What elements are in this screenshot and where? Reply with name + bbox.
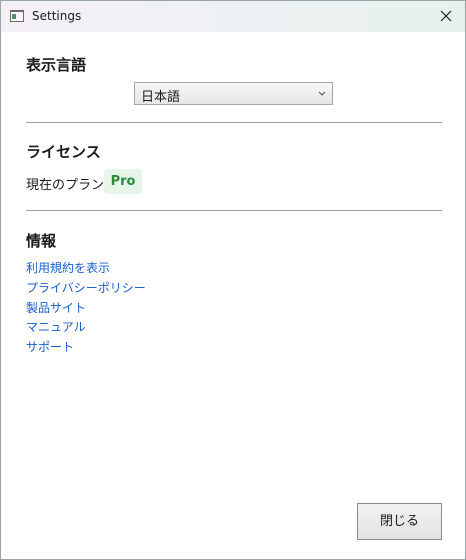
window-title: Settings — [32, 9, 82, 23]
divider — [26, 122, 442, 123]
support-link[interactable]: サポート — [26, 338, 74, 355]
divider — [26, 210, 442, 211]
window-close-button[interactable] — [429, 1, 463, 32]
current-plan-label: 現在のプラン — [26, 178, 105, 193]
close-button[interactable]: 閉じる — [357, 503, 442, 540]
chevron-down-icon — [318, 91, 326, 96]
license-heading: ライセンス — [26, 143, 101, 161]
app-window-icon — [10, 10, 24, 22]
settings-window: Settings 表示言語 日本語 ライセンス 現在のプラン Pro 情報 利用… — [0, 0, 466, 560]
info-heading: 情報 — [26, 232, 57, 250]
title-bar[interactable]: Settings — [1, 1, 465, 32]
privacy-policy-link[interactable]: プライバシーポリシー — [26, 279, 146, 296]
language-select-value: 日本語 — [141, 90, 181, 105]
language-select[interactable]: 日本語 — [134, 82, 333, 105]
terms-link[interactable]: 利用規約を表示 — [26, 259, 110, 276]
language-heading: 表示言語 — [26, 56, 87, 74]
close-icon — [440, 10, 452, 22]
manual-link[interactable]: マニュアル — [26, 318, 86, 335]
product-site-link[interactable]: 製品サイト — [26, 299, 86, 316]
plan-badge: Pro — [104, 169, 142, 194]
